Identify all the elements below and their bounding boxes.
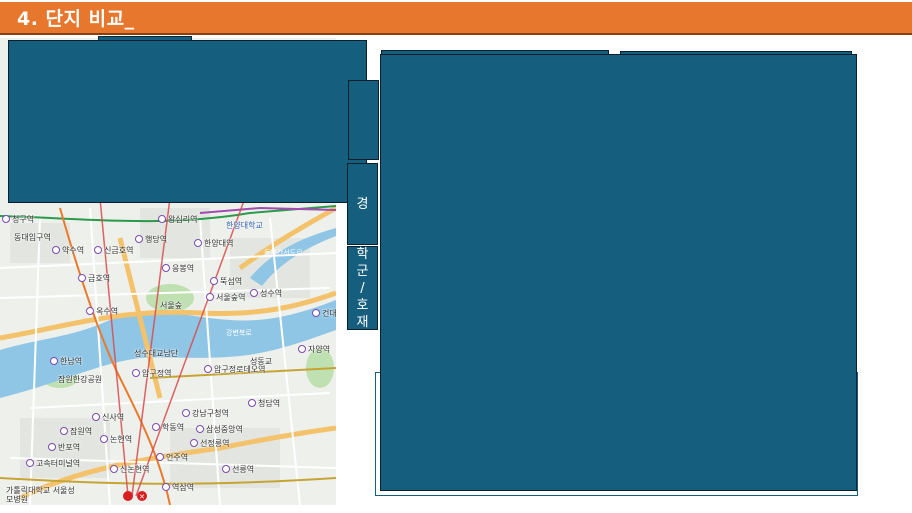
map-label: 자양역	[298, 344, 330, 355]
content-panel	[380, 54, 857, 491]
map-label: 건대	[312, 308, 336, 319]
map-label: 삼성중앙역	[196, 424, 243, 435]
slide-title: 4. 단지 비교_	[17, 8, 135, 30]
cover-panel	[8, 40, 367, 203]
map-label: 청구역	[2, 214, 34, 225]
side-tab-char: 호	[356, 297, 369, 313]
side-tab-char: 경	[356, 196, 369, 212]
map-label: 언주역	[156, 452, 188, 463]
map-label: 신논현역	[110, 464, 149, 475]
map-label: 선릉역	[222, 464, 254, 475]
side-tab-char: 재	[356, 314, 369, 330]
map-label: 신사역	[92, 412, 124, 423]
map-label: 학동역	[152, 422, 184, 433]
map-label: 가톨릭대학교 서울성모병원	[6, 486, 75, 504]
side-tab-char: 학	[356, 246, 369, 262]
map-label: 왕십리역	[158, 214, 197, 225]
map-label: 강변북로	[226, 329, 252, 337]
map-label: 옥수역	[86, 306, 118, 317]
svg-text:✕: ✕	[139, 493, 145, 501]
map-label: 논현역	[100, 434, 132, 445]
map-label: 동대입구역	[14, 233, 51, 242]
side-tab-school-development[interactable]: 학 군 / 호 재	[347, 246, 378, 330]
map-label: 서울숲역	[206, 292, 245, 303]
map-label: 역삼역	[162, 482, 194, 493]
side-tab-blank-1[interactable]	[348, 80, 379, 160]
map-label: 잠원역	[60, 426, 92, 437]
map-label: 강남구청역	[182, 408, 229, 419]
map-label: 성동교	[250, 357, 273, 366]
map-label: 성수역	[250, 288, 282, 299]
map-label: 압구정역	[132, 368, 171, 379]
map-label: 성수대교남단	[134, 349, 179, 358]
map-label: 한양대학교	[226, 221, 263, 230]
slide-title-bar: 4. 단지 비교_	[0, 2, 912, 35]
map-label: 반포역	[48, 442, 80, 453]
map-label: 동부간선도로	[264, 249, 303, 257]
map-label: 금호역	[78, 273, 110, 284]
map-label: 한양대역	[194, 238, 233, 249]
map-label: 행당역	[135, 234, 167, 245]
map-label: 서울숲	[160, 301, 183, 310]
map-label: 선정릉역	[190, 438, 229, 449]
map-label: 청담역	[248, 398, 280, 409]
side-tab-char: 군	[356, 263, 369, 279]
map-label: 한남역	[50, 356, 82, 367]
map-label: 고속터미널역	[26, 458, 80, 469]
side-tab-char: /	[360, 280, 365, 296]
map-label: 응봉역	[162, 263, 194, 274]
map-label: 뚝섬역	[210, 276, 242, 287]
side-tab-environment[interactable]: 경	[347, 163, 378, 245]
map-label: 잠원한강공원	[58, 375, 103, 384]
map-label: 신금호역	[94, 245, 133, 256]
map-label: 약수역	[52, 245, 84, 256]
